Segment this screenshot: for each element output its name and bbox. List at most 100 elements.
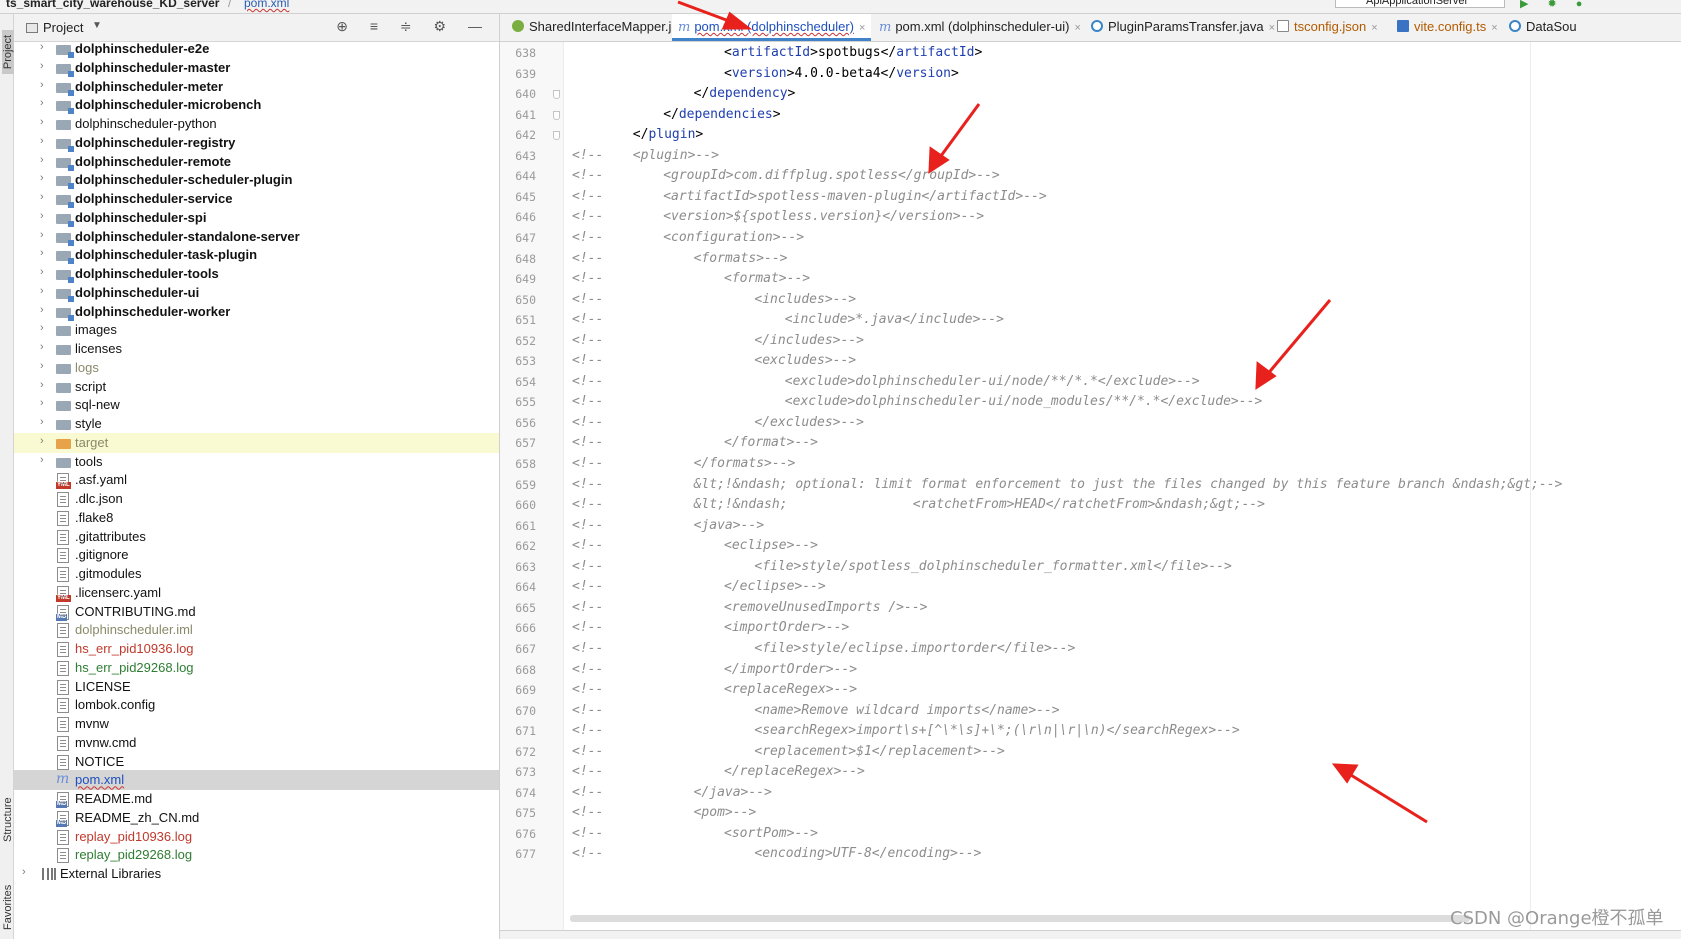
tree-item[interactable]: › dolphinscheduler-tools bbox=[14, 264, 499, 284]
tab-label: tsconfig.json bbox=[1294, 19, 1367, 34]
expand-arrow-icon[interactable]: › bbox=[40, 266, 44, 278]
expand-arrow-icon[interactable]: › bbox=[40, 210, 44, 222]
expand-arrow-icon[interactable]: › bbox=[40, 454, 44, 466]
editor-tab[interactable]: vite.config.ts × bbox=[1391, 14, 1504, 41]
tree-item[interactable]: › images bbox=[14, 320, 499, 340]
tree-item[interactable]: › dolphinscheduler-e2e bbox=[14, 39, 499, 59]
tree-item[interactable]: .gitmodules bbox=[14, 564, 499, 584]
tree-item[interactable]: .gitignore bbox=[14, 545, 499, 565]
expand-arrow-icon[interactable]: › bbox=[40, 60, 44, 72]
run-toolbar-icons[interactable]: ▶ ✹ ● bbox=[1520, 0, 1590, 10]
comment-marker: <!-- bbox=[572, 723, 604, 739]
tree-item[interactable]: .dlc.json bbox=[14, 489, 499, 509]
tree-item[interactable]: YML .asf.yaml bbox=[14, 470, 499, 490]
close-icon[interactable]: × bbox=[859, 22, 865, 34]
breadcrumb-project[interactable]: ts_smart_city_warehouse_KD_server bbox=[6, 0, 219, 10]
expand-arrow-icon[interactable]: › bbox=[40, 360, 44, 372]
tree-item[interactable]: › dolphinscheduler-service bbox=[14, 189, 499, 209]
tree-item[interactable]: hs_err_pid10936.log bbox=[14, 639, 499, 659]
tree-item[interactable]: › script bbox=[14, 377, 499, 397]
expand-arrow-icon[interactable]: › bbox=[40, 341, 44, 353]
breadcrumb-file[interactable]: pom.xml bbox=[244, 0, 289, 10]
tree-item[interactable]: NOTICE bbox=[14, 752, 499, 772]
expand-arrow-icon[interactable]: › bbox=[40, 97, 44, 109]
tree-item[interactable]: › logs bbox=[14, 358, 499, 378]
expand-arrow-icon[interactable]: › bbox=[40, 379, 44, 391]
tree-item[interactable]: m pom.xml bbox=[14, 770, 499, 791]
tree-item[interactable]: YML .licenserc.yaml bbox=[14, 583, 499, 603]
tree-item[interactable]: › sql-new bbox=[14, 395, 499, 415]
tree-item[interactable]: mvnw.cmd bbox=[14, 733, 499, 753]
editor-tab[interactable]: tsconfig.json × bbox=[1271, 14, 1384, 41]
close-icon[interactable]: × bbox=[1491, 22, 1497, 34]
tree-item[interactable]: replay_pid10936.log bbox=[14, 827, 499, 847]
line-number: 642 bbox=[515, 128, 536, 143]
run-configuration-select[interactable]: ApiApplicationServer bbox=[1335, 0, 1505, 8]
tree-item[interactable]: › dolphinscheduler-python bbox=[14, 114, 499, 134]
project-header-icons[interactable]: ⊕ ≡ ≑ ⚙ — bbox=[336, 18, 491, 35]
close-icon[interactable]: × bbox=[1074, 22, 1080, 34]
tree-item[interactable]: replay_pid29268.log bbox=[14, 845, 499, 865]
tree-item[interactable]: mvnw bbox=[14, 714, 499, 734]
expand-arrow-icon[interactable]: › bbox=[40, 41, 44, 53]
favorites-tool-button[interactable]: Favorites bbox=[2, 885, 14, 930]
expand-arrow-icon[interactable]: › bbox=[22, 866, 26, 878]
expand-arrow-icon[interactable]: › bbox=[40, 116, 44, 128]
tree-item[interactable]: › licenses bbox=[14, 339, 499, 359]
editor-tab[interactable]: m pom.xml (dolphinscheduler) × bbox=[672, 14, 872, 41]
fold-marker-icon[interactable] bbox=[553, 90, 560, 100]
tree-item[interactable]: › dolphinscheduler-microbench bbox=[14, 95, 499, 115]
expand-arrow-icon[interactable]: › bbox=[40, 435, 44, 447]
fold-marker-icon[interactable] bbox=[553, 131, 560, 141]
tree-item[interactable]: › dolphinscheduler-meter bbox=[14, 77, 499, 97]
expand-arrow-icon[interactable]: › bbox=[40, 247, 44, 259]
expand-arrow-icon[interactable]: › bbox=[40, 135, 44, 147]
tree-item[interactable]: › dolphinscheduler-remote bbox=[14, 152, 499, 172]
tree-item[interactable]: › style bbox=[14, 414, 499, 434]
expand-arrow-icon[interactable]: › bbox=[40, 285, 44, 297]
expand-arrow-icon[interactable]: › bbox=[40, 416, 44, 428]
code-editor[interactable]: <artifactId>spotbugs</artifactId> <versio… bbox=[564, 42, 1681, 939]
tree-item[interactable]: dolphinscheduler.iml bbox=[14, 620, 499, 640]
tree-item[interactable]: › dolphinscheduler-worker bbox=[14, 302, 499, 322]
tree-item[interactable]: .gitattributes bbox=[14, 527, 499, 547]
tree-item[interactable]: › dolphinscheduler-standalone-server bbox=[14, 227, 499, 247]
tree-item[interactable]: › External Libraries bbox=[14, 864, 499, 884]
expand-arrow-icon[interactable]: › bbox=[40, 322, 44, 334]
code-text: <searchRegex>import\s+[^\*\s]+\*;(\r\n|\… bbox=[754, 723, 1240, 739]
tree-item[interactable]: › target bbox=[14, 432, 499, 453]
tree-item[interactable]: MD README.md bbox=[14, 789, 499, 809]
expand-arrow-icon[interactable]: › bbox=[40, 191, 44, 203]
expand-arrow-icon[interactable]: › bbox=[40, 229, 44, 241]
tree-item[interactable]: › dolphinscheduler-spi bbox=[14, 208, 499, 228]
line-number: 664 bbox=[515, 580, 536, 595]
tree-item[interactable]: › dolphinscheduler-registry bbox=[14, 133, 499, 153]
editor-tab[interactable]: DataSou bbox=[1503, 14, 1583, 41]
project-view-select[interactable]: Project bbox=[43, 20, 83, 35]
tree-item[interactable]: .flake8 bbox=[14, 508, 499, 528]
tree-item[interactable]: MD CONTRIBUTING.md bbox=[14, 602, 499, 622]
expand-arrow-icon[interactable]: › bbox=[40, 304, 44, 316]
editor-tab[interactable]: m pom.xml (dolphinscheduler-ui) × bbox=[873, 14, 1087, 41]
tree-item[interactable]: lombok.config bbox=[14, 695, 499, 715]
comment-marker: <!-- bbox=[572, 661, 604, 677]
project-tool-button[interactable]: Project bbox=[2, 30, 14, 74]
close-icon[interactable]: × bbox=[1371, 22, 1377, 34]
chevron-down-icon[interactable]: ▼ bbox=[92, 20, 102, 31]
editor-tab[interactable]: PluginParamsTransfer.java × bbox=[1085, 14, 1281, 41]
tree-item[interactable]: › dolphinscheduler-master bbox=[14, 58, 499, 78]
fold-marker-icon[interactable] bbox=[553, 110, 560, 120]
horizontal-scrollbar[interactable] bbox=[570, 915, 1470, 922]
tree-item[interactable]: › dolphinscheduler-scheduler-plugin bbox=[14, 170, 499, 190]
tree-item[interactable]: LICENSE bbox=[14, 677, 499, 697]
tree-item[interactable]: hs_err_pid29268.log bbox=[14, 658, 499, 678]
expand-arrow-icon[interactable]: › bbox=[40, 172, 44, 184]
structure-tool-button[interactable]: Structure bbox=[2, 797, 14, 842]
expand-arrow-icon[interactable]: › bbox=[40, 154, 44, 166]
tree-item[interactable]: › tools bbox=[14, 452, 499, 472]
tree-item[interactable]: MD README_zh_CN.md bbox=[14, 808, 499, 828]
tree-item[interactable]: › dolphinscheduler-ui bbox=[14, 283, 499, 303]
tree-item[interactable]: › dolphinscheduler-task-plugin bbox=[14, 245, 499, 265]
expand-arrow-icon[interactable]: › bbox=[40, 397, 44, 409]
expand-arrow-icon[interactable]: › bbox=[40, 79, 44, 91]
